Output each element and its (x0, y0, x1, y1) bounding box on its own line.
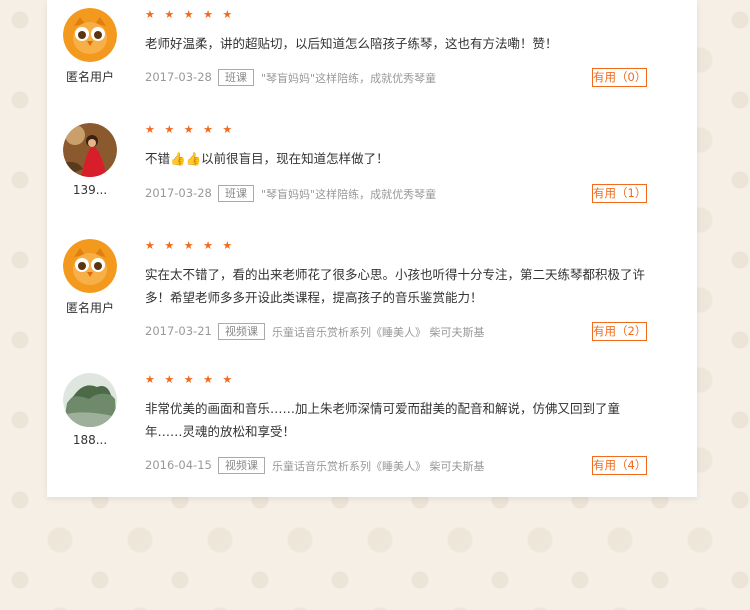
reviewer-name: 139... (72, 183, 108, 197)
reviewer: 188... (63, 373, 117, 447)
review-date: 2016-04-15 (145, 458, 212, 472)
course-link[interactable]: "琴盲妈妈"这样陪练，成就优秀琴童 (261, 186, 436, 202)
review-text: 不错👍👍以前很盲目，现在知道怎样做了！ (145, 151, 389, 166)
reviewer-name: 匿名用户 (65, 70, 114, 84)
course-type-badge: 视频课 (218, 323, 265, 340)
reviewer: 139... (63, 123, 117, 197)
review-meta: 2017-03-28 班课 "琴盲妈妈"这样陪练，成就优秀琴童 有用（1） (145, 184, 647, 203)
reviews-card: 匿名用户 ★ ★ ★ ★ ★ 老师好温柔，讲的超贴切，以后知道怎么陪孩子练琴，这… (47, 0, 697, 497)
reviewer-name: 188... (72, 433, 108, 447)
review-content: ★ ★ ★ ★ ★ 实在太不错了，看的出来老师花了很多心思。小孩也听得十分专注，… (145, 239, 647, 341)
review-content: ★ ★ ★ ★ ★ 老师好温柔，讲的超贴切，以后知道怎么陪孩子练琴，这也有方法嘞… (145, 8, 647, 87)
owl-avatar-icon[interactable] (63, 8, 117, 62)
course-type-badge: 班课 (218, 69, 254, 86)
review-text: 老师好温柔，讲的超贴切，以后知道怎么陪孩子练琴，这也有方法嘞！赞！ (145, 36, 558, 51)
useful-button[interactable]: 有用（1） (592, 184, 647, 203)
rating-stars: ★ ★ ★ ★ ★ (145, 373, 236, 386)
user-photo-icon[interactable] (63, 123, 117, 177)
course-type-badge: 视频课 (218, 457, 265, 474)
useful-button[interactable]: 有用（0） (592, 68, 647, 87)
rating-stars: ★ ★ ★ ★ ★ (145, 123, 236, 136)
review-content: ★ ★ ★ ★ ★ 非常优美的画面和音乐……加上朱老师深情可爱而甜美的配音和解说… (145, 373, 647, 475)
review-meta: 2016-04-15 视频课 乐童话音乐赏析系列《睡美人》 柴可夫斯基 有用（4… (145, 456, 647, 475)
owl-avatar-icon[interactable] (63, 239, 117, 293)
course-type-badge: 班课 (218, 185, 254, 202)
review-text: 非常优美的画面和音乐……加上朱老师深情可爱而甜美的配音和解说，仿佛又回到了童年…… (145, 401, 621, 439)
review-date: 2017-03-21 (145, 324, 212, 338)
rating-stars: ★ ★ ★ ★ ★ (145, 239, 236, 252)
course-link[interactable]: 乐童话音乐赏析系列《睡美人》 柴可夫斯基 (272, 458, 485, 474)
course-link[interactable]: "琴盲妈妈"这样陪练，成就优秀琴童 (261, 70, 436, 86)
rating-stars: ★ ★ ★ ★ ★ (145, 8, 236, 21)
review-text: 实在太不错了，看的出来老师花了很多心思。小孩也听得十分专注，第二天练琴都积极了许… (145, 267, 646, 305)
user-photo-icon[interactable] (63, 373, 117, 427)
review-meta: 2017-03-28 班课 "琴盲妈妈"这样陪练，成就优秀琴童 有用（0） (145, 68, 647, 87)
reviewer: 匿名用户 (63, 8, 117, 85)
review-meta: 2017-03-21 视频课 乐童话音乐赏析系列《睡美人》 柴可夫斯基 有用（2… (145, 322, 647, 341)
useful-button[interactable]: 有用（4） (592, 456, 647, 475)
review-date: 2017-03-28 (145, 186, 212, 200)
course-link[interactable]: 乐童话音乐赏析系列《睡美人》 柴可夫斯基 (272, 324, 485, 340)
review-date: 2017-03-28 (145, 70, 212, 84)
useful-button[interactable]: 有用（2） (592, 322, 647, 341)
reviewer: 匿名用户 (63, 239, 117, 316)
review-content: ★ ★ ★ ★ ★ 不错👍👍以前很盲目，现在知道怎样做了！ 2017-03-28… (145, 123, 647, 203)
reviewer-name: 匿名用户 (65, 301, 114, 315)
